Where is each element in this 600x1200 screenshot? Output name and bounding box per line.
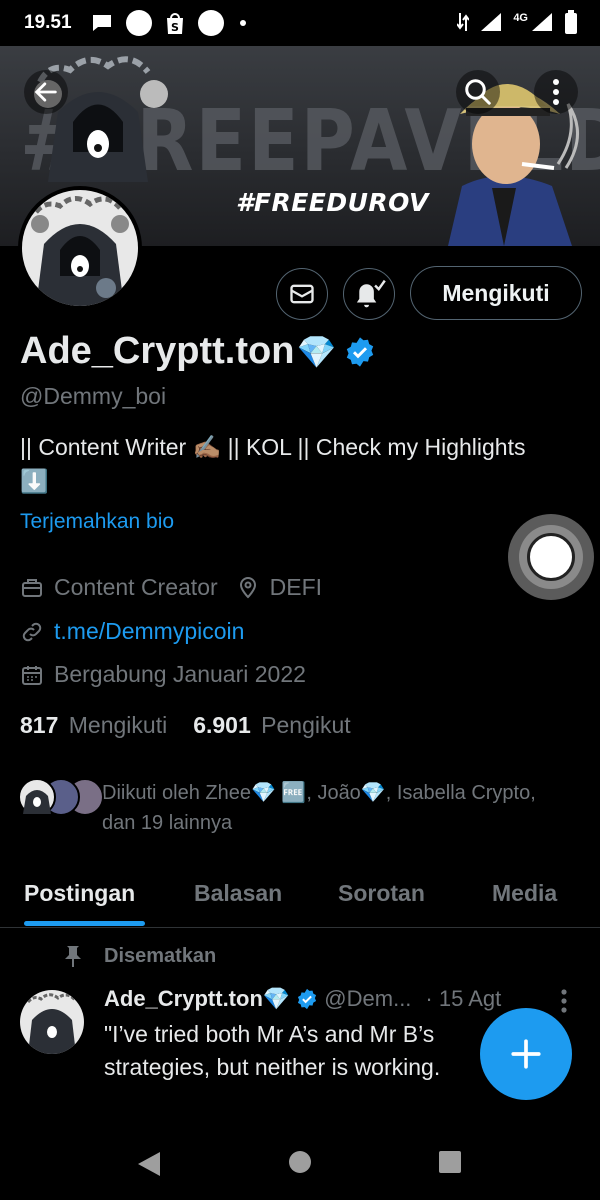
tab-media[interactable]: Media	[492, 858, 557, 928]
battery-icon	[565, 10, 577, 34]
profile-avatar[interactable]	[18, 186, 142, 310]
tweet-date: · 15 Agt	[425, 986, 502, 1011]
followed-by-text[interactable]: Diikuti oleh Zhee💎 🆓, João💎, Isabella Cr…	[102, 778, 572, 838]
envelope-icon	[290, 284, 314, 304]
avatar-image	[22, 190, 138, 306]
tweet-author-avatar[interactable]	[20, 990, 84, 1054]
profile-joined-row: Bergabung Januari 2022	[20, 661, 306, 688]
bio-text: || Content Writer ✍🏽 || KOL || Check my …	[20, 434, 526, 460]
verified-badge-icon	[298, 988, 317, 1010]
notification-icons: S	[90, 10, 246, 36]
notifications-subscribed-button[interactable]	[343, 268, 395, 320]
signal-icon	[481, 13, 502, 31]
tweet-author-emoji: 💎	[262, 986, 291, 1011]
following-button[interactable]: Mengikuti	[410, 266, 582, 320]
profile-website-link[interactable]: t.me/Demmypicoin	[54, 618, 244, 645]
followed-by-avatars[interactable]	[18, 778, 104, 816]
bell-check-icon	[356, 279, 386, 308]
svg-text:S: S	[171, 21, 179, 34]
pinned-label: Disematkan	[104, 944, 217, 967]
profile-link-row: t.me/Demmypicoin	[20, 618, 244, 645]
link-icon	[22, 622, 42, 641]
joined-date: Bergabung Januari 2022	[54, 661, 306, 687]
briefcase-icon	[22, 578, 42, 597]
profile-tabs: Postingan Balasan Sorotan Media	[0, 858, 600, 928]
avatar	[18, 778, 56, 816]
more-options-button[interactable]	[534, 70, 578, 114]
tweet-header: Ade_Cryptt.ton 💎 @Dem... · 15 Agt	[104, 986, 554, 1012]
more-vertical-icon	[553, 79, 559, 105]
network-type: 4G	[513, 12, 528, 24]
tweet-more-button[interactable]	[560, 988, 568, 1019]
profile-meta-row: Content Creator DEFI	[20, 574, 322, 601]
tab-posts[interactable]: Postingan	[24, 858, 135, 928]
followers-label: Pengikut	[261, 712, 351, 738]
profile-category: Content Creator	[54, 574, 218, 600]
assistive-touch-core	[527, 533, 575, 581]
tab-replies[interactable]: Balasan	[194, 858, 282, 928]
plus-icon	[511, 1039, 541, 1069]
message-button[interactable]	[276, 268, 328, 320]
active-tab-indicator	[24, 921, 145, 926]
notification-dot-icon	[125, 10, 152, 36]
following-stat[interactable]: 817 Mengikuti	[20, 712, 167, 739]
arrow-left-icon	[34, 82, 57, 102]
status-time: 19.51	[24, 12, 72, 33]
translate-bio-link[interactable]: Terjemahkan bio	[20, 510, 174, 534]
calendar-icon	[22, 665, 42, 685]
display-name-row: Ade_Cryptt.ton 💎	[20, 330, 376, 373]
search-button[interactable]	[456, 70, 500, 114]
pin-icon	[65, 946, 81, 967]
more-notifications-icon	[239, 20, 246, 26]
system-navigation-bar	[0, 1124, 600, 1200]
tweet-author-handle: @Dem...	[324, 986, 412, 1011]
search-icon	[465, 79, 491, 105]
tweet-author-name[interactable]: Ade_Cryptt.ton	[104, 986, 263, 1012]
following-count: 817	[20, 712, 59, 738]
hooded-avatar-icon	[23, 790, 51, 814]
back-button[interactable]	[24, 70, 68, 114]
data-transfer-icon	[457, 13, 470, 31]
follow-stats: 817 Mengikuti 6.901 Pengikut	[20, 712, 351, 739]
chat-bubble-icon	[92, 15, 111, 31]
verified-badge-icon[interactable]	[344, 336, 376, 368]
banner-tag: #FREEDUROV	[236, 188, 429, 217]
user-handle: @Demmy_boi	[20, 383, 167, 409]
followers-count: 6.901	[193, 712, 251, 738]
more-vertical-icon	[561, 989, 567, 1013]
back-triangle-icon[interactable]	[136, 1150, 162, 1178]
shopping-bag-icon: S	[166, 13, 183, 34]
notification-dot-icon	[197, 10, 224, 36]
display-name: Ade_Cryptt.ton	[20, 330, 295, 372]
profile-bio: || Content Writer ✍🏽 || KOL || Check my …	[20, 430, 585, 498]
bio-arrow-emoji: ⬇️	[20, 468, 49, 494]
diamond-emoji: 💎	[296, 333, 337, 370]
tab-highlights[interactable]: Sorotan	[338, 858, 425, 928]
location-pin-icon	[239, 576, 256, 598]
assistive-touch-button[interactable]	[508, 514, 594, 600]
recents-square-icon[interactable]	[438, 1150, 462, 1174]
compose-post-button[interactable]	[480, 1008, 572, 1100]
profile-location: DEFI	[269, 574, 323, 600]
pinned-indicator: Disematkan	[62, 944, 216, 968]
following-label: Mengikuti	[68, 712, 168, 738]
assistive-touch-ring	[519, 525, 583, 589]
home-circle-icon[interactable]	[288, 1150, 312, 1174]
followers-stat[interactable]: 6.901 Pengikut	[193, 712, 350, 739]
signal-icon-2	[532, 13, 552, 31]
avatar-image	[20, 990, 84, 1054]
status-bar: 19.51 S 4G	[0, 0, 600, 46]
system-icons: 4G	[457, 10, 578, 34]
